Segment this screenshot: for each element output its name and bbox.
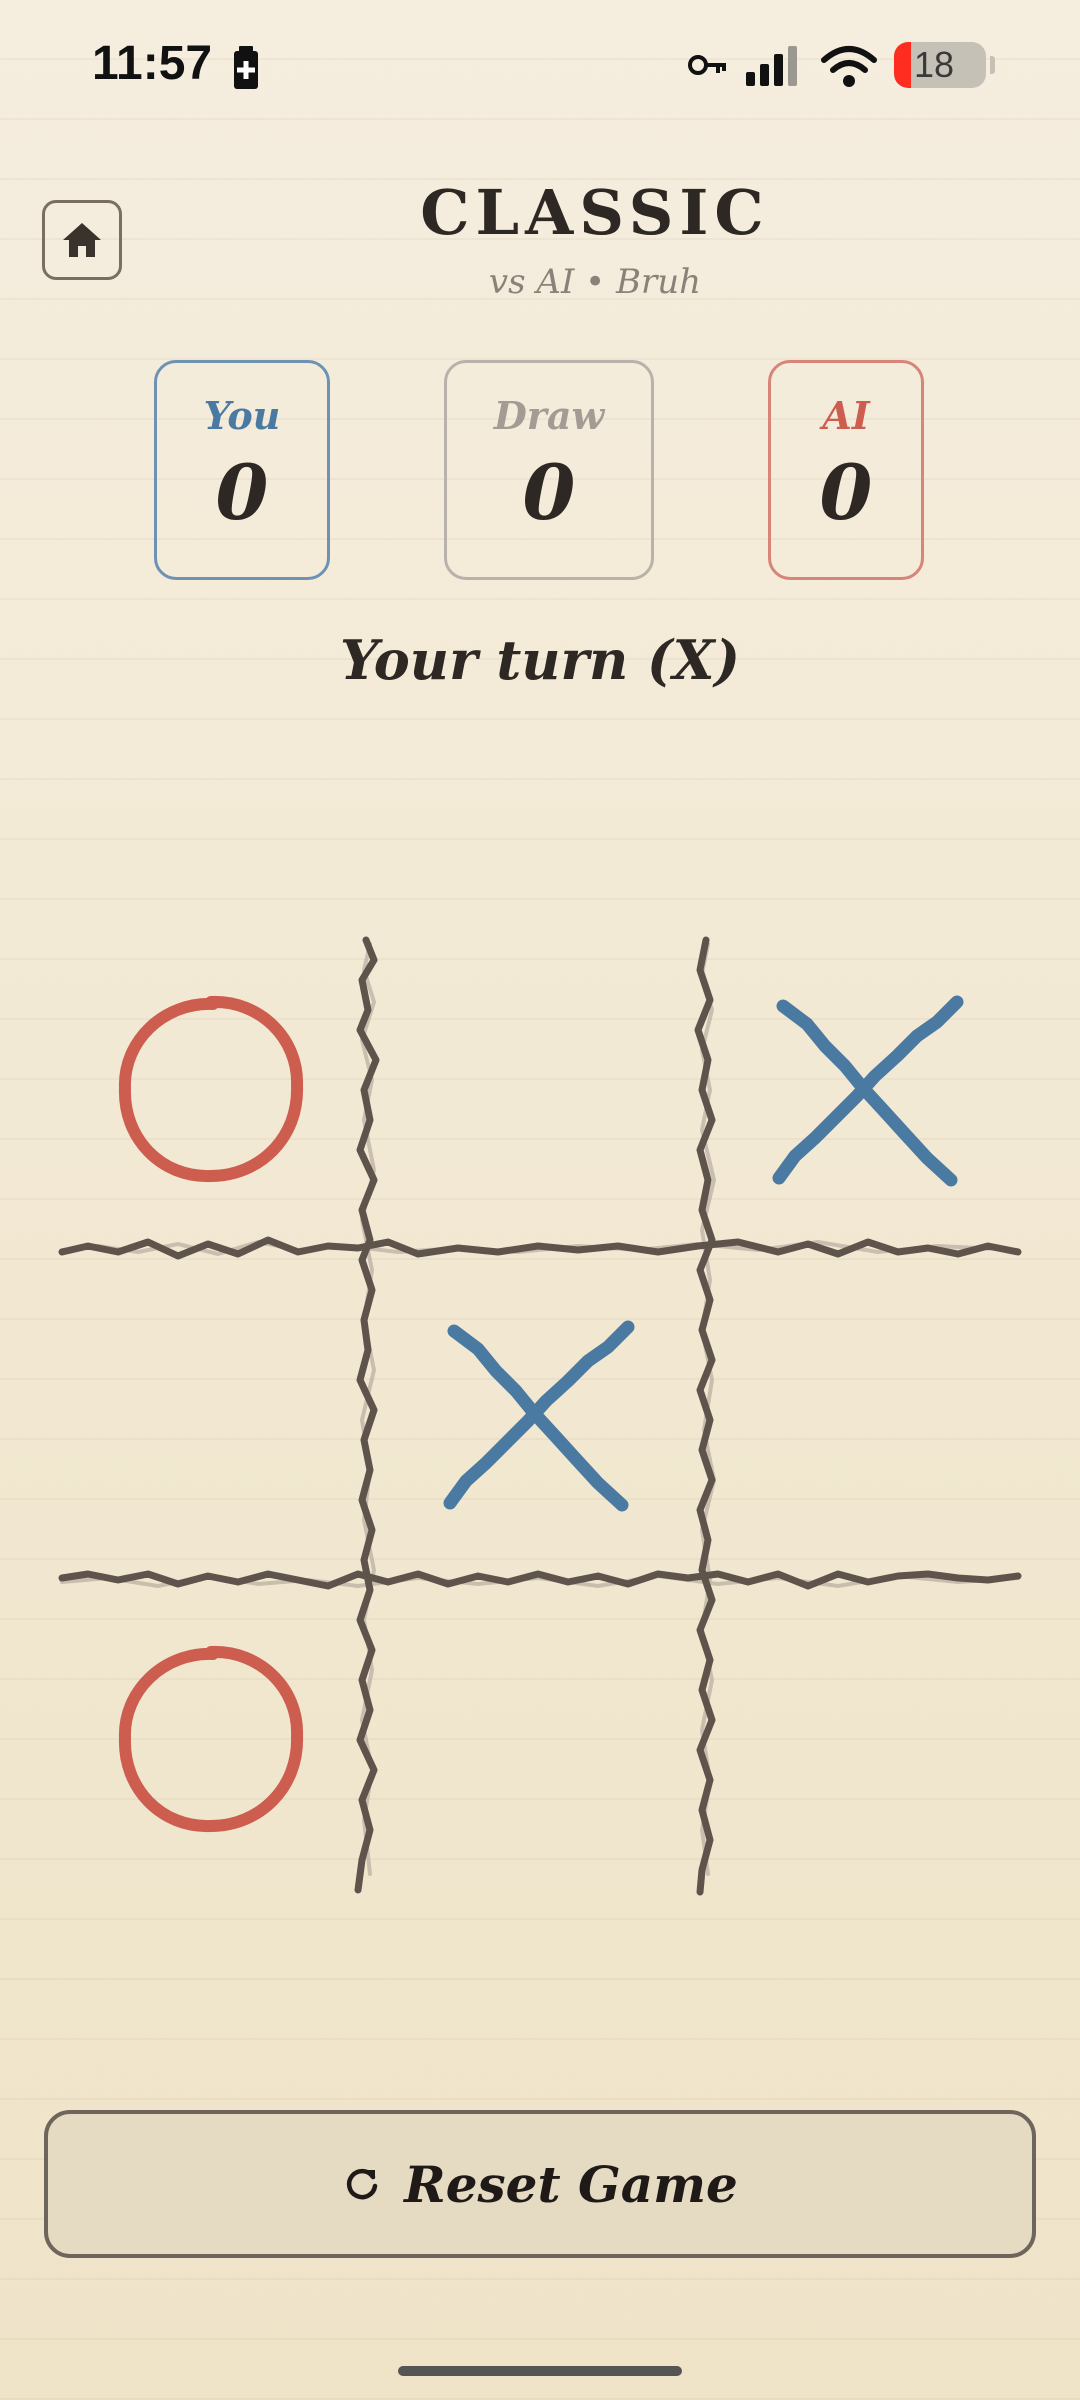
- board-cell[interactable]: [712, 930, 1022, 1250]
- x-mark: [443, 1320, 635, 1512]
- o-mark: [118, 1645, 304, 1833]
- score-label-ai: AI: [822, 393, 870, 438]
- score-label-draw: Draw: [493, 393, 605, 438]
- game-mode-title: CLASSIC: [420, 176, 770, 249]
- battery-level: 18: [914, 44, 955, 85]
- score-card-you: You 0: [154, 360, 330, 580]
- battery-nub: [990, 56, 995, 74]
- score-card-ai: AI 0: [768, 360, 924, 580]
- score-value-you: 0: [215, 448, 269, 537]
- reset-game-label: Reset Game: [404, 2154, 738, 2214]
- game-subtitle: vs AI • Bruh: [488, 262, 702, 302]
- score-value-ai: 0: [819, 448, 873, 537]
- battery-saver-icon: [234, 46, 258, 89]
- score-label-you: You: [203, 393, 281, 438]
- board-cell[interactable]: [372, 1584, 704, 1896]
- o-mark: [118, 995, 304, 1183]
- board-cell[interactable]: [372, 1256, 704, 1574]
- game-board: [58, 930, 1022, 1896]
- refresh-icon: [347, 2168, 378, 2200]
- x-mark: [772, 995, 964, 1187]
- score-card-draw: Draw 0: [444, 360, 654, 580]
- wifi-icon: [821, 46, 877, 87]
- battery-indicator: 18: [894, 42, 986, 88]
- vpn-key-icon: [688, 55, 726, 75]
- cell-signal-icon: [746, 46, 797, 86]
- status-bar: 11:57 18: [0, 0, 1080, 130]
- turn-status: Your turn (X): [339, 628, 741, 692]
- board-cell[interactable]: [58, 930, 364, 1250]
- board-cell[interactable]: [58, 1256, 364, 1574]
- board-cell[interactable]: [712, 1256, 1022, 1574]
- reset-game-button[interactable]: Reset Game: [44, 2110, 1036, 2258]
- home-indicator: [398, 2366, 682, 2376]
- board-cell[interactable]: [58, 1584, 364, 1896]
- battery-fill: [894, 42, 911, 88]
- board-cell[interactable]: [372, 930, 704, 1250]
- score-value-draw: 0: [522, 448, 576, 537]
- status-time: 11:57: [92, 37, 213, 90]
- board-cell[interactable]: [712, 1584, 1022, 1896]
